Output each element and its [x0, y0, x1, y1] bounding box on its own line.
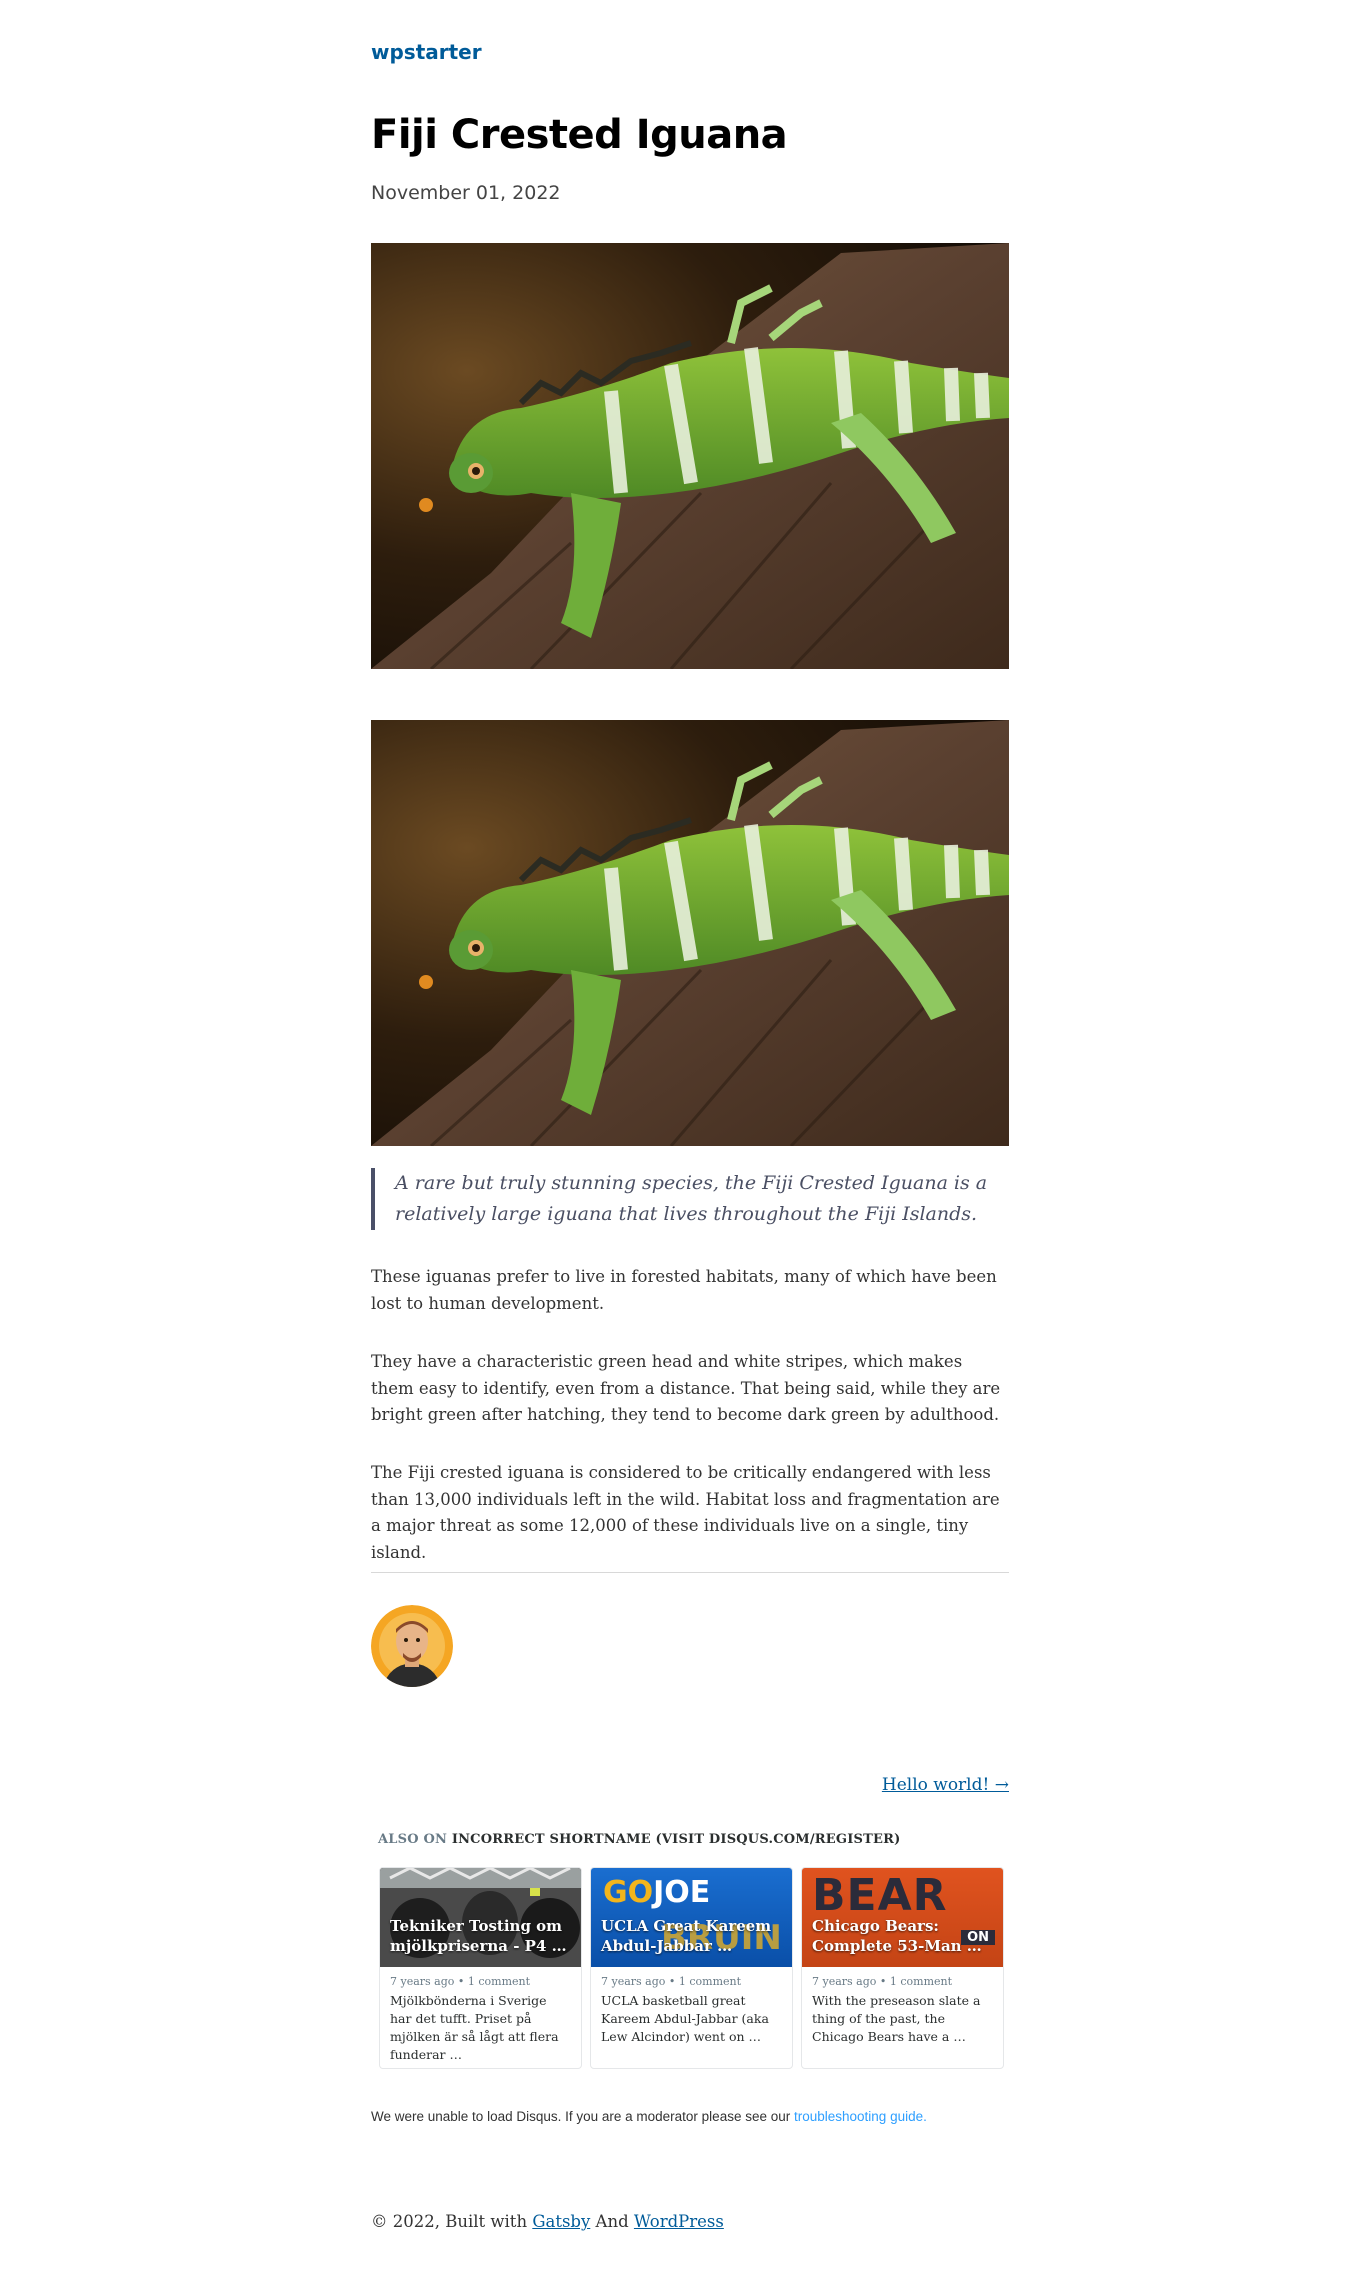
author-avatar: [371, 1605, 453, 1687]
card-title: UCLA Great Kareem Abdul-Jabbar …: [601, 1917, 772, 1955]
recommendation-card[interactable]: Tekniker Tosting om mjölkpriserna - P4 ……: [379, 1867, 582, 2069]
gatsby-link[interactable]: Gatsby: [532, 2212, 590, 2231]
recommendation-card[interactable]: GOJOE BRUIN UCLA Great Kareem Abdul-Jabb…: [590, 1867, 793, 2069]
card-title: Chicago Bears: Complete 53-Man …: [812, 1917, 982, 1955]
disqus-also-on: ALSO ON INCORRECT SHORTNAME (VISIT DISQU…: [378, 1832, 900, 1847]
pull-quote: A rare but truly stunning species, the F…: [371, 1168, 1015, 1230]
content-image: [371, 720, 1009, 1146]
card-thumbnail: Tekniker Tosting om mjölkpriserna - P4 …: [380, 1868, 581, 1967]
troubleshooting-link[interactable]: troubleshooting guide.: [794, 2109, 927, 2124]
divider: [371, 1572, 1009, 1573]
footer-prefix: © 2022, Built with: [371, 2212, 533, 2231]
disqus-error-text: We were unable to load Disqus. If you ar…: [371, 2109, 794, 2124]
card-thumbnail: BEAR ON Chicago Bears: Complete 53-Man …: [802, 1868, 1003, 1967]
wordpress-link[interactable]: WordPress: [634, 2212, 724, 2231]
card-meta: 7 years ago • 1 comment: [390, 1975, 531, 1988]
next-post-link[interactable]: Hello world! →: [882, 1775, 1009, 1795]
disqus-error-message: We were unable to load Disqus. If you ar…: [371, 2109, 927, 2124]
body-paragraph: These iguanas prefer to live in forested…: [371, 1267, 997, 1313]
card-logo: BEAR: [812, 1870, 948, 1921]
card-meta: 7 years ago • 1 comment: [812, 1975, 953, 1988]
iguana-photo: [371, 720, 1009, 1146]
card-meta: 7 years ago • 1 comment: [601, 1975, 742, 1988]
card-excerpt: With the preseason slate a thing of the …: [812, 1993, 981, 2044]
featured-image: [371, 243, 1009, 669]
card-excerpt: UCLA basketball great Kareem Abdul-Jabba…: [601, 1993, 769, 2044]
card-thumbnail: GOJOE BRUIN UCLA Great Kareem Abdul-Jabb…: [591, 1868, 792, 1967]
body-paragraph: The Fiji crested iguana is considered to…: [371, 1463, 1000, 1562]
recommendation-card[interactable]: BEAR ON Chicago Bears: Complete 53-Man ……: [801, 1867, 1004, 2069]
also-on-prefix: ALSO ON: [378, 1832, 448, 1847]
site-footer: © 2022, Built with Gatsby And WordPress: [371, 2212, 724, 2231]
card-excerpt: Mjölkbönderna i Sverige har det tufft. P…: [390, 1993, 559, 2062]
post-title: Fiji Crested Iguana: [371, 112, 788, 158]
card-title: Tekniker Tosting om mjölkpriserna - P4 …: [390, 1917, 567, 1955]
footer-and: And: [590, 2212, 634, 2231]
card-logo: GOJOE: [603, 1875, 711, 1910]
disqus-recommendations: Tekniker Tosting om mjölkpriserna - P4 ……: [379, 1867, 1004, 2069]
also-on-site[interactable]: INCORRECT SHORTNAME (VISIT DISQUS.COM/RE…: [452, 1832, 901, 1847]
iguana-photo: [371, 243, 1009, 669]
avatar-icon: [371, 1605, 453, 1687]
body-paragraph: They have a characteristic green head an…: [371, 1352, 1001, 1424]
post-date: November 01, 2022: [371, 182, 561, 204]
site-title-link[interactable]: wpstarter: [371, 40, 482, 64]
page: wpstarter Fiji Crested Iguana November 0…: [0, 0, 1366, 2276]
